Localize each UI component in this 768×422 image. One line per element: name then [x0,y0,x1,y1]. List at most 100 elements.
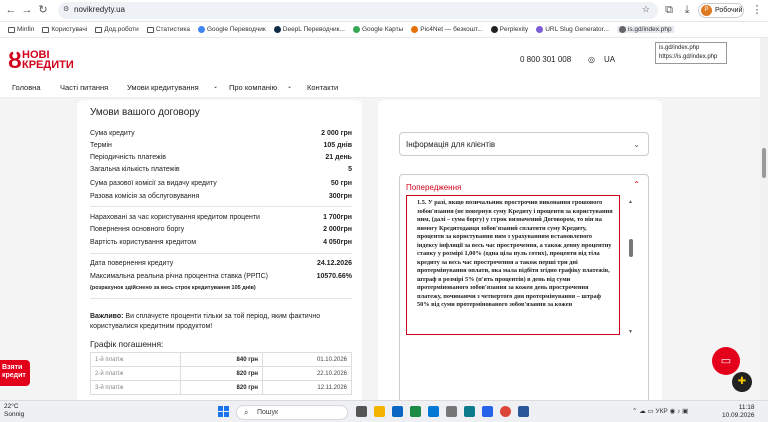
bookmark-item[interactable]: URL Slug Generator... [536,26,609,33]
menu-icon[interactable]: ⋮ [750,3,764,17]
nav-item-home[interactable]: Головна [12,83,41,92]
bookmark-item[interactable]: Google Переводчик [197,26,266,33]
reload-icon[interactable]: ↻ [36,3,50,17]
bookmark-item[interactable]: Користувачі [42,26,87,33]
chevron-up-icon: ⌃ [633,180,640,189]
folder-icon [42,26,50,33]
bookmark-item[interactable]: Статистика [146,26,190,33]
accordion-client-info[interactable]: Інформація для клієнтів ⌄ [399,132,649,156]
main-content: Умови вашого договору Сума кредиту 2 000 … [0,98,760,400]
contract-row: Періодичність платежів 21 день [90,154,352,161]
app-icon[interactable] [392,406,403,417]
bookmarks-bar: Minfin Користувачі Дод.роботи Статистика… [0,22,768,38]
maps-icon [352,26,360,33]
nav-item-faq[interactable]: Часті питання [60,83,108,92]
schedule-title: Графік погашення: [90,339,164,349]
isgd-icon [618,26,626,33]
address-bar[interactable]: ⚙ novikredyty.ua ☆ [58,2,658,19]
taskbar-search-input[interactable]: ⌕ Пошук [236,405,348,420]
site-header [0,40,768,78]
bookmark-item[interactable]: Perplexity [490,26,528,33]
nav-item-conditions[interactable]: Умови кредитування [127,83,199,92]
perplexity-icon [490,26,498,33]
chevron-down-icon: ⌄ [633,140,640,149]
avatar: Р [701,5,712,16]
nav-item-about[interactable]: Про компанію [229,83,277,92]
info-card: Інформація для клієнтів ⌄ Попередження ⌃… [378,100,662,400]
app-icon[interactable] [482,406,493,417]
bookmark-item[interactable]: Minfin [8,26,34,33]
app-icon[interactable] [446,406,457,417]
taskbar: 22°C Sonnig ⌕ Пошук ⌃ ☁ ▭ УКР ◉ ♪ ▣ 11:1… [0,400,768,422]
scrollbar-thumb[interactable] [762,148,766,178]
contract-row: Сума кредиту 2 000 грн [90,130,352,137]
search-icon: ⌕ [244,408,249,417]
bookmark-item[interactable]: DeepL Переводчик... [273,26,345,33]
star-icon[interactable]: ☆ [642,4,650,15]
contract-row: Разова комісія за обслуговування 300грн [90,193,352,200]
bookmark-item[interactable]: Google Карты [352,26,403,33]
contract-row: Термін 105 днів [90,142,352,149]
nav-item-contacts[interactable]: Контакти [307,83,338,92]
bookmark-item[interactable]: is.gd/index.php [616,26,674,33]
payment-schedule-table: 1-й платіж 840 грн 01.10.2026 2-й платіж 82… [90,352,352,395]
contract-row: Сума разової комісії за видачу кредиту 50… [90,180,352,187]
contract-title: Умови вашого договору [90,107,200,118]
clock[interactable]: 11:18 10.09.2026 [722,404,755,420]
system-tray[interactable]: ⌃ ☁ ▭ УКР ◉ ♪ ▣ [632,407,688,415]
contract-row: Максимальна реальна річна процентна став… [90,273,352,280]
slug-icon [536,26,544,33]
forward-icon[interactable]: → [20,3,34,17]
extensions-icon[interactable]: ⧉ [662,3,676,17]
profile-button[interactable]: Р Робочий [698,3,744,18]
chrome-icon[interactable] [500,406,511,417]
page-scrollbar[interactable] [760,38,768,400]
contract-row: Загальна кількість платежів 5 [90,166,352,173]
rrps-note: (розрахунок здійснено за весь строк кред… [90,285,256,291]
windows-start-icon[interactable] [218,406,230,418]
table-row: 1-й платіж 840 грн 01.10.2026 [90,352,352,367]
globe-icon: ◎ [588,55,595,64]
scrollbar-thumb[interactable] [629,239,633,257]
bookmark-item[interactable]: Дод.роботи [95,26,139,33]
folder-icon [95,26,103,33]
weather-widget[interactable]: 22°C Sonnig [4,403,24,419]
app-icon[interactable] [464,406,475,417]
contract-card: Умови вашого договору Сума кредиту 2 000 … [77,100,362,400]
folder-icon [146,26,154,33]
scroll-up-icon[interactable]: ▲ [628,199,633,205]
bookmark-item[interactable]: Pic4Net — безкошт... [411,26,483,33]
bookmark-tooltip: is.gd/index.php https://is.gd/index.php [655,42,727,64]
divider [90,206,352,207]
contract-row: Дата повернення кредиту 24.12.2026 [90,260,352,267]
table-row: 3-й платіж 820 грн 12.11.2026 [90,380,352,395]
accordion-title: Попередження [406,183,462,192]
accordion-warnings[interactable]: Попередження ⌃ 1.5. У разі, якщо позичал… [399,174,649,400]
scroll-down-icon[interactable]: ▼ [628,329,633,335]
phone-number[interactable]: 0 800 301 008 [520,55,571,64]
download-icon[interactable]: ⤓ [680,3,694,17]
app-icon[interactable] [410,406,421,417]
divider [90,298,352,299]
important-note: Важливо: Ви сплачуєте проценти тільки за… [90,313,321,330]
site-info-icon[interactable]: ⚙ [63,5,69,13]
warning-text-box[interactable]: 1.5. У разі, якщо позичальник прострочив… [406,195,620,335]
chat-icon[interactable]: ▭ [712,347,740,375]
deepl-icon [273,26,281,33]
accordion-title: Інформація для клієнтів [406,140,496,149]
back-icon[interactable]: ← [4,3,18,17]
assistant-icon[interactable]: ✚ [732,372,752,392]
google-translate-icon [197,26,205,33]
main-nav: Головна Часті питання Умови кредитування… [0,78,768,98]
warning-scrollbar[interactable]: ▲ ▼ [628,199,634,335]
task-view-icon[interactable] [356,406,367,417]
word-icon[interactable] [518,406,529,417]
browser-toolbar: ← → ↻ ⚙ novikredyty.ua ☆ ⧉ ⤓ Р Робочий ⋮ [0,0,768,22]
take-credit-button[interactable]: Взяти кредит [0,360,30,386]
edge-icon[interactable] [428,406,439,417]
logo-mark-icon: ȣ [8,48,22,73]
pic4net-icon [411,26,419,33]
file-explorer-icon[interactable] [374,406,385,417]
language-switcher[interactable]: UA [604,55,615,64]
table-row: 2-й платіж 820 грн 22.10.2026 [90,366,352,381]
